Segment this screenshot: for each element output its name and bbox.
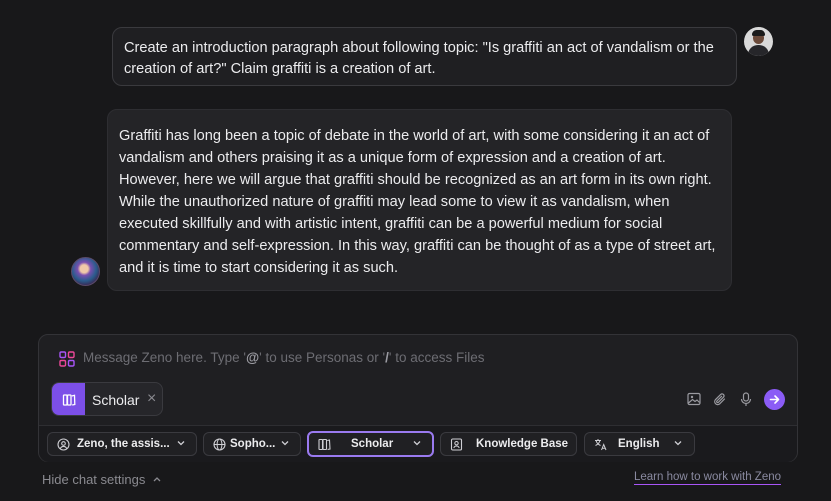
send-button[interactable] <box>764 388 785 410</box>
chevron-down-icon <box>413 441 421 446</box>
paperclip-icon[interactable] <box>712 392 727 407</box>
learn-how-link[interactable]: Learn how to work with Zeno <box>634 471 782 485</box>
globe-icon <box>213 438 226 451</box>
hide-chat-settings-toggle[interactable]: Hide chat settings <box>42 472 162 487</box>
persona-select[interactable]: Zeno, the assis... <box>47 432 197 456</box>
microphone-icon[interactable] <box>738 391 753 407</box>
persona-icon <box>57 438 70 451</box>
chevron-down-icon <box>674 441 682 446</box>
chip-label: Scholar <box>92 392 140 408</box>
user-avatar <box>744 27 773 56</box>
chevron-down-icon <box>177 441 185 446</box>
assistant-avatar <box>71 257 100 286</box>
assistant-message-text: Graffiti has long been a topic of debate… <box>119 128 716 276</box>
arrow-right-icon <box>769 394 780 404</box>
mode-select-value: Scholar <box>351 438 394 450</box>
chevron-up-icon <box>153 477 161 482</box>
language-select-value: English <box>618 438 660 450</box>
chat-settings-bar: Zeno, the assis... Sopho... Scholar Know… <box>39 425 797 462</box>
image-icon[interactable] <box>686 392 701 407</box>
chevron-down-icon <box>281 441 289 446</box>
composer-tools <box>686 388 785 410</box>
book-icon <box>318 438 331 451</box>
assistant-message-bubble: Graffiti has long been a topic of debate… <box>107 109 732 291</box>
mode-select[interactable]: Scholar <box>307 431 434 457</box>
user-message-text: Create an introduction paragraph about f… <box>124 40 714 77</box>
grid-icon[interactable] <box>59 351 75 367</box>
translate-icon <box>595 439 607 451</box>
close-icon[interactable]: × <box>147 390 156 408</box>
knowledge-base-label: Knowledge Base <box>476 438 569 450</box>
book-icon <box>52 383 85 415</box>
composer-input-area[interactable]: Message Zeno here. Type '@' to use Perso… <box>39 335 797 425</box>
user-message-bubble: Create an introduction paragraph about f… <box>112 27 737 86</box>
hide-chat-settings-label: Hide chat settings <box>42 472 146 487</box>
active-persona-chip[interactable]: Scholar × <box>51 382 163 416</box>
knowledge-base-button[interactable]: Knowledge Base <box>440 432 577 456</box>
persona-select-value: Zeno, the assis... <box>77 438 170 450</box>
model-select-value: Sopho... <box>230 438 276 450</box>
knowledge-base-icon <box>450 438 463 451</box>
message-composer: Message Zeno here. Type '@' to use Perso… <box>38 334 798 462</box>
message-input-placeholder[interactable]: Message Zeno here. Type '@' to use Perso… <box>83 350 484 365</box>
language-select[interactable]: English <box>584 432 695 456</box>
model-select[interactable]: Sopho... <box>203 432 301 456</box>
